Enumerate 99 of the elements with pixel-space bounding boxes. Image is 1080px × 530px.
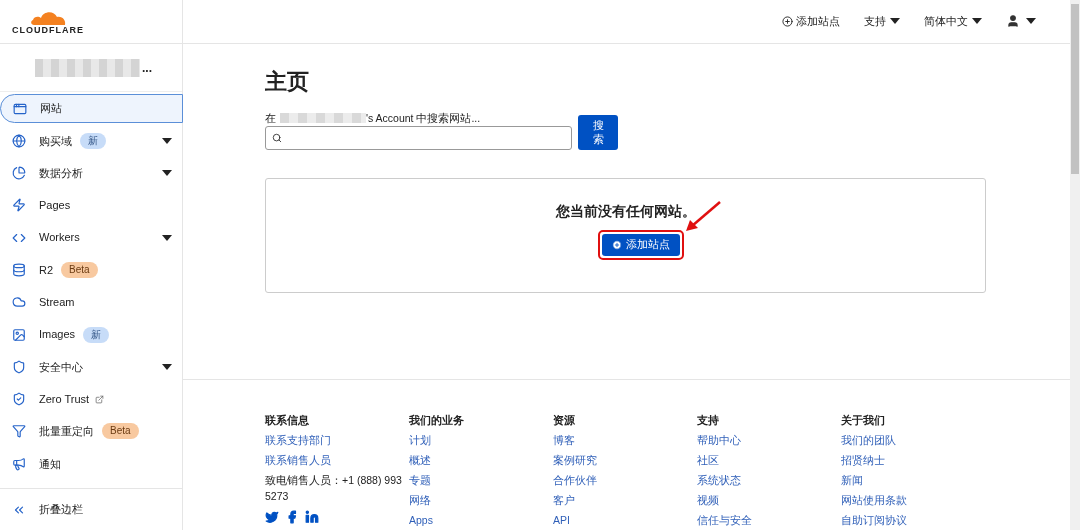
sidebar-item-label: Zero Trust: [39, 391, 90, 407]
add-site-button[interactable]: 添加站点: [601, 233, 680, 256]
sidebar-item[interactable]: 通知: [0, 449, 182, 479]
megaphone-icon: [12, 456, 26, 471]
page-title: 主页: [265, 67, 310, 96]
sidebar-item-label: R2: [39, 262, 54, 278]
sidebar-item-label: 通知: [39, 456, 61, 472]
sidebar-item[interactable]: 安全中心: [0, 352, 182, 382]
tag: 新: [80, 132, 106, 149]
sidebar-item[interactable]: 网站: [0, 94, 183, 123]
caret-icon: [972, 18, 982, 25]
caret-icon: [162, 363, 172, 370]
footer-link[interactable]: 合作伙伴: [553, 470, 697, 490]
tag: Beta: [102, 423, 139, 440]
footer-link[interactable]: 计划: [409, 430, 553, 450]
logo-text: CLOUDFLARE: [12, 24, 84, 35]
collapse-sidebar-button[interactable]: 折叠边栏: [0, 488, 182, 530]
footer-link[interactable]: 专题: [409, 470, 553, 490]
scrollbar[interactable]: [1070, 0, 1080, 530]
sidebar-item[interactable]: 数据分析: [0, 158, 182, 188]
facebook-icon[interactable]: [285, 510, 299, 524]
footer-link[interactable]: 博客: [553, 430, 697, 450]
sidebar-item-label: Stream: [39, 295, 75, 311]
shield-icon: [12, 359, 26, 374]
linkedin-icon[interactable]: [305, 510, 319, 524]
footer-link[interactable]: 帮助中心: [697, 430, 841, 450]
shield-check-icon: [12, 392, 26, 407]
image-icon: [12, 327, 26, 342]
search-label: 's Account 中搜索网站...: [366, 110, 481, 126]
sidebar-item[interactable]: Images 新: [0, 320, 182, 350]
add-site-link[interactable]: 添加站点: [782, 13, 840, 30]
search-button[interactable]: 搜 索: [578, 114, 618, 150]
plus-circle-icon: [611, 239, 622, 250]
search-field[interactable]: [265, 125, 572, 150]
footer-link[interactable]: 社区: [697, 450, 841, 470]
footer-link[interactable]: 新闻: [841, 470, 985, 490]
logo[interactable]: CLOUDFLARE: [12, 8, 84, 35]
sidebar-item[interactable]: 批量重定向 Beta: [0, 416, 182, 446]
footer-heading: 联系信息: [265, 413, 310, 428]
sidebar-item-label: 批量重定向: [39, 424, 94, 440]
footer-link[interactable]: 联系支持部门: [265, 430, 409, 450]
funnel-icon: [12, 424, 26, 439]
caret-icon: [890, 18, 900, 25]
caret-icon: [162, 137, 172, 144]
sidebar-item-label: 数据分析: [39, 165, 83, 181]
ellipsis: ...: [142, 59, 152, 77]
cloud-icon: [12, 295, 26, 310]
sidebar-item[interactable]: Zero Trust: [0, 384, 182, 414]
footer-link[interactable]: 视频: [697, 490, 841, 510]
sidebar-item[interactable]: R2 Beta: [0, 255, 182, 285]
globe-icon: [12, 133, 26, 148]
sidebar-item-label: 网站: [40, 101, 62, 117]
footer-link[interactable]: API: [553, 510, 697, 530]
sidebar-item[interactable]: Workers: [0, 223, 182, 253]
footer-link[interactable]: 联系销售人员: [265, 450, 409, 470]
database-icon: [12, 263, 26, 277]
sidebar-item[interactable]: Pages: [0, 190, 182, 220]
search-label: 在: [265, 110, 276, 126]
sidebar-item-label: Pages: [39, 198, 71, 214]
footer-text: 致电销售人员：+1 (888) 993 5273: [265, 473, 403, 504]
tag: 新: [83, 326, 110, 343]
caret-icon: [1026, 18, 1036, 25]
footer-heading: 支持: [697, 413, 720, 428]
external-link-icon: [95, 394, 105, 404]
plus-circle-icon: [782, 15, 793, 27]
footer-link[interactable]: 案例研究: [553, 450, 697, 470]
sidebar-item-label: Workers: [39, 230, 80, 246]
lightning-icon: [12, 198, 26, 213]
support-menu[interactable]: 支持: [864, 13, 900, 30]
sidebar-item-label: Images: [39, 327, 76, 343]
footer-heading: 我们的业务: [409, 413, 465, 428]
footer-link[interactable]: 系统状态: [697, 470, 841, 490]
footer-link[interactable]: 我们的团队: [841, 430, 985, 450]
tag: Beta: [61, 262, 98, 278]
twitter-bird-icon[interactable]: [265, 510, 279, 524]
footer-link[interactable]: 客户: [553, 490, 697, 510]
footer-link[interactable]: 网站使用条款: [841, 490, 985, 510]
sidebar-item-label: 购买域: [39, 133, 72, 149]
user-icon: [1006, 14, 1020, 29]
caret-icon: [162, 170, 172, 177]
browser-window-icon: [13, 101, 27, 116]
user-menu[interactable]: [1006, 14, 1036, 29]
sidebar-item[interactable]: 购买域 新: [0, 126, 182, 156]
annotation-arrow: [683, 199, 722, 234]
footer-link[interactable]: 信任与安全: [697, 510, 841, 530]
footer-link[interactable]: 网络: [409, 490, 553, 510]
footer-heading: 资源: [553, 413, 576, 428]
search-icon: [272, 132, 282, 143]
sidebar-item[interactable]: Stream: [0, 287, 182, 317]
empty-message: 您当前没有任何网站。: [555, 201, 696, 221]
footer-heading: 关于我们: [841, 413, 886, 428]
language-menu[interactable]: 简体中文: [924, 13, 982, 30]
footer-link[interactable]: 招贤纳士: [841, 450, 985, 470]
footer-link[interactable]: 自助订阅协议: [841, 510, 985, 530]
footer-link[interactable]: Apps: [409, 510, 553, 530]
caret-icon: [162, 234, 172, 241]
pie-chart-icon: [12, 166, 26, 181]
footer-link[interactable]: 概述: [409, 450, 553, 470]
sidebar-item-label: 安全中心: [39, 359, 83, 375]
